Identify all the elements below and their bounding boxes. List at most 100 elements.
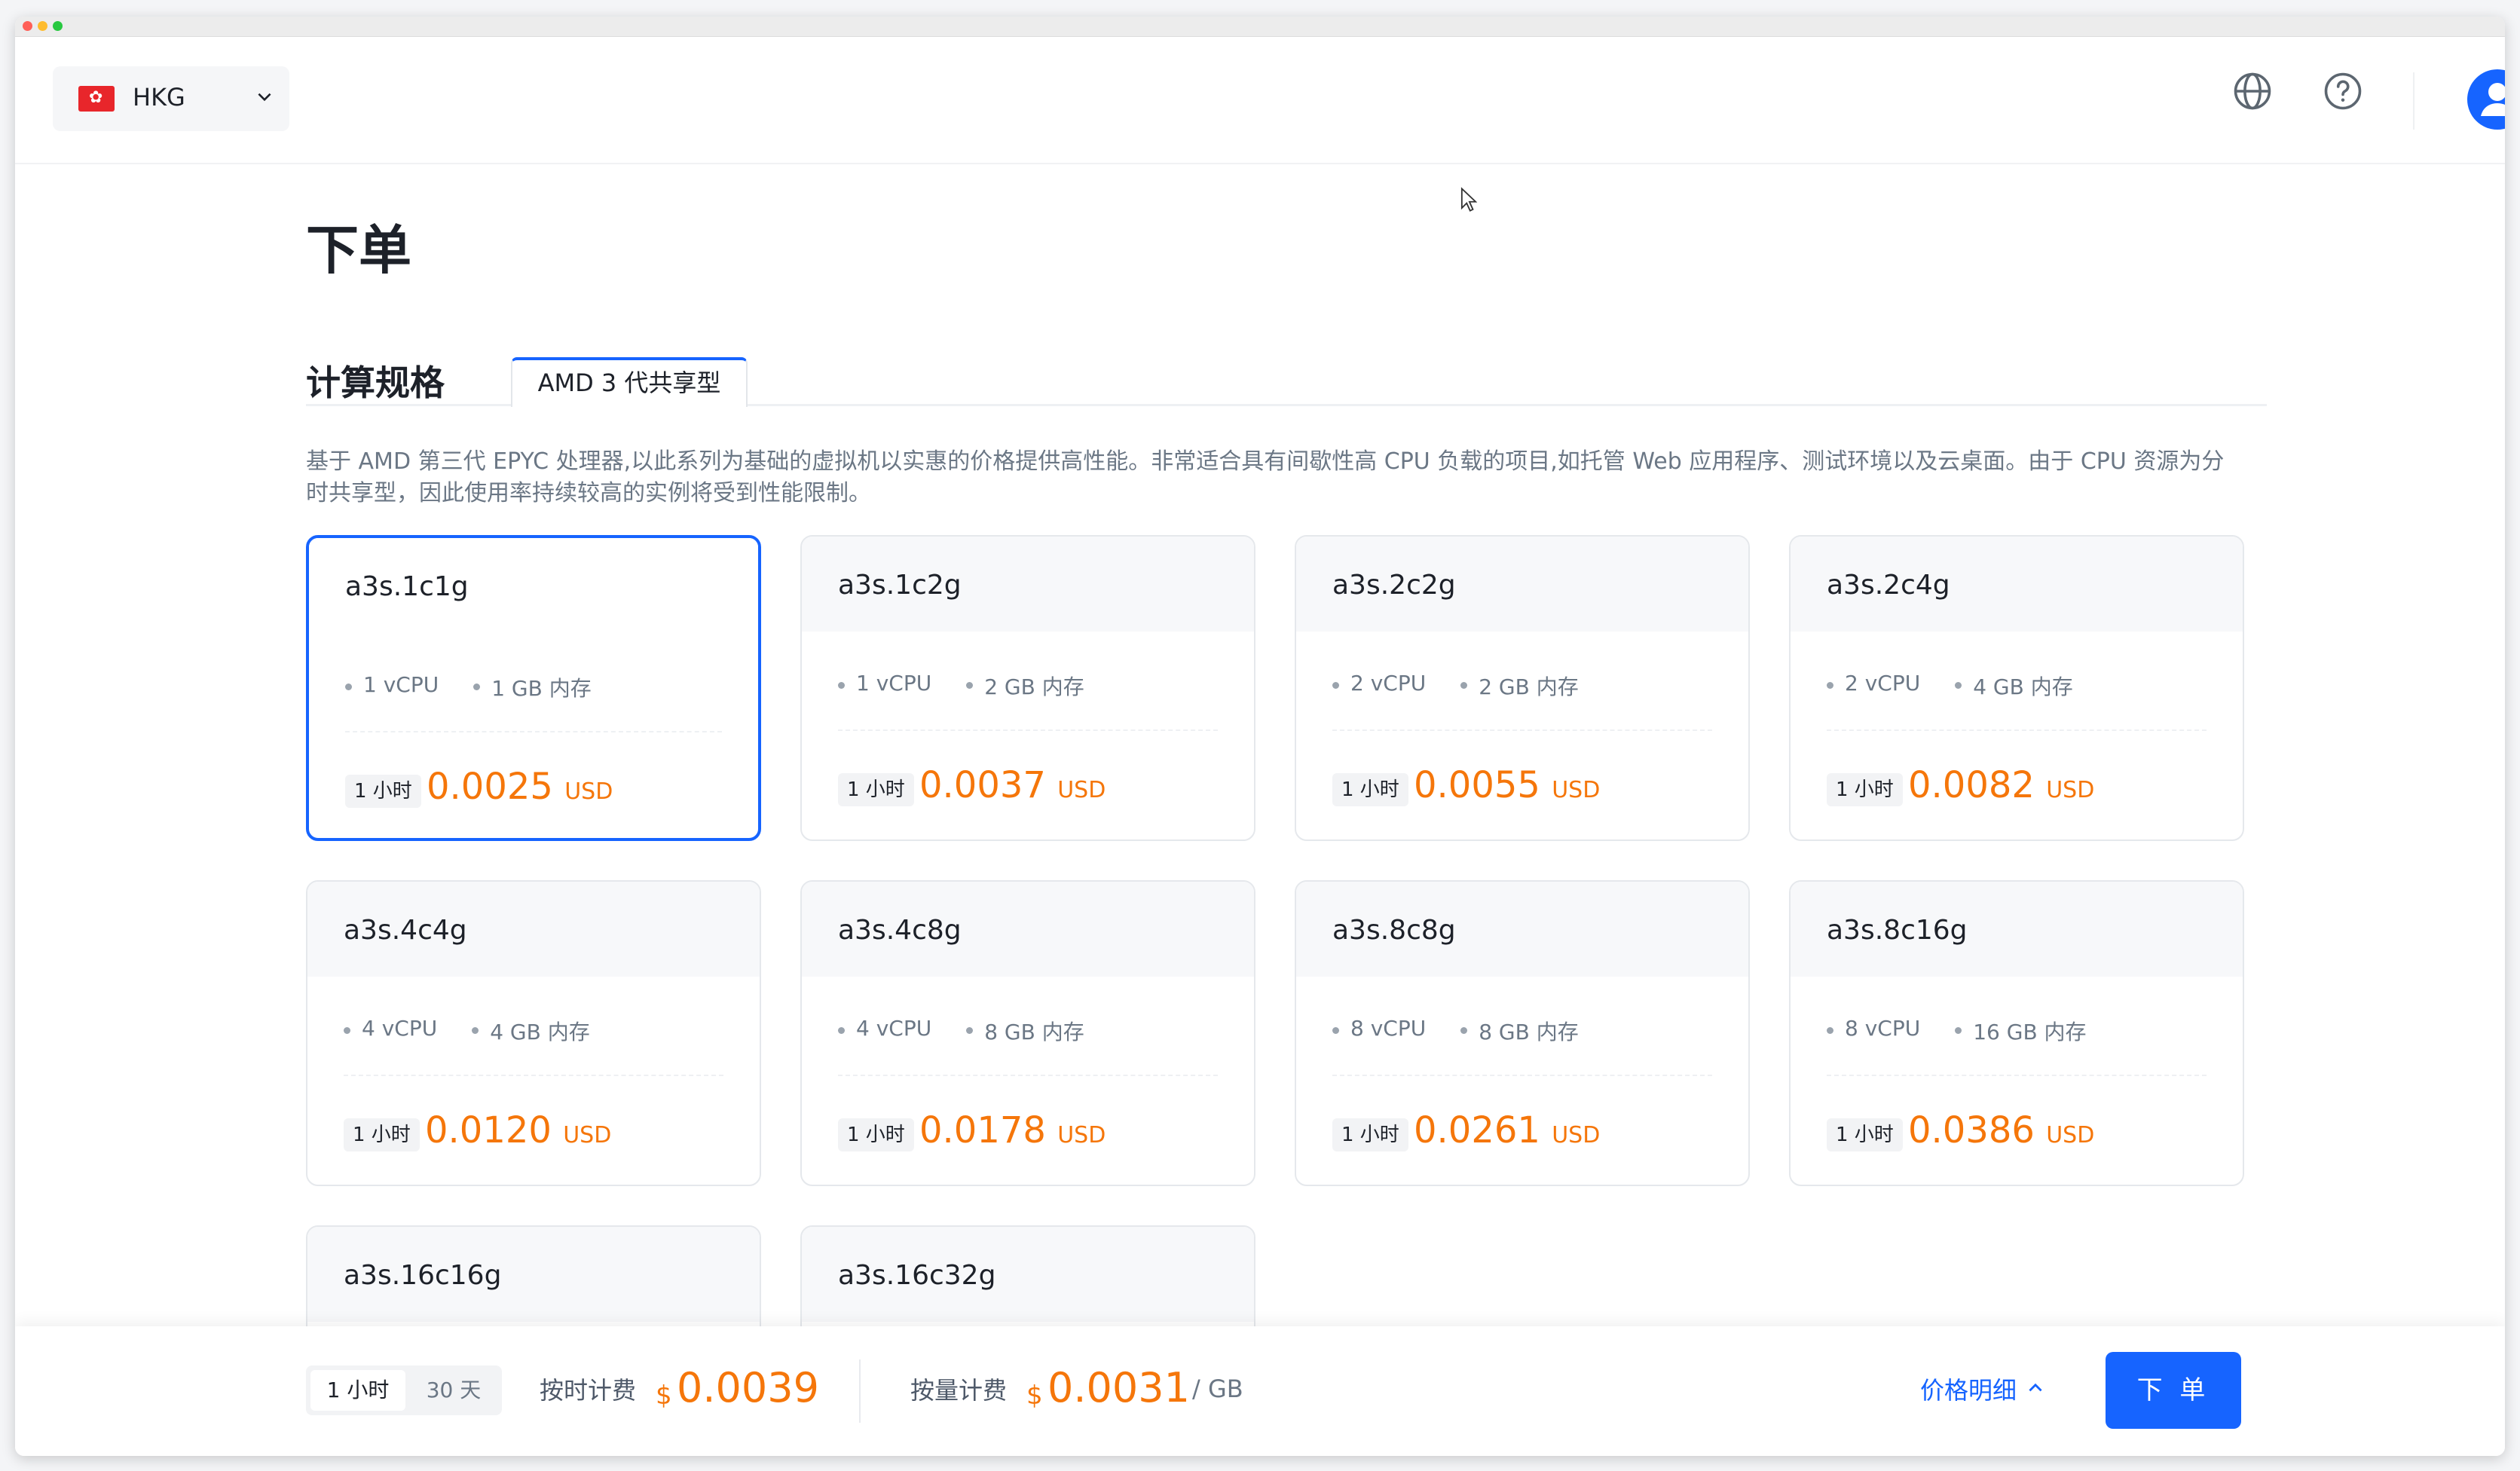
card-divider: [1827, 729, 2207, 731]
instance-name: a3s.8c16g: [1827, 915, 1968, 946]
instance-specs: 1 vCPU 1 GB 内存: [345, 672, 592, 702]
globe-icon[interactable]: [2232, 71, 2273, 112]
minimize-window-button[interactable]: [38, 21, 47, 31]
hourly-price: 0.0178 USD: [919, 1109, 1106, 1151]
vcpu-spec: 1 vCPU: [838, 671, 931, 701]
hourly-price: 0.0037 USD: [919, 764, 1106, 806]
card-divider: [1332, 729, 1712, 731]
card-divider: [344, 1075, 723, 1076]
top-navigation: HKG: [15, 36, 2505, 164]
vcpu-spec: 2 vCPU: [1827, 671, 1920, 701]
chevron-up-icon[interactable]: [2026, 1378, 2045, 1397]
price-value: 0.0082: [1908, 764, 2035, 806]
nav-divider: [2413, 72, 2414, 130]
instance-card[interactable]: a3s.1c2g 1 vCPU 2 GB 内存 1 小时 0.0037 USD: [800, 535, 1255, 841]
period-badge: 1 小时: [344, 1118, 420, 1151]
instance-name: a3s.4c4g: [344, 915, 467, 946]
period-option-month[interactable]: 30 天: [410, 1370, 497, 1411]
instance-specs: 8 vCPU 16 GB 内存: [1827, 1016, 2087, 1046]
region-label: HKG: [133, 83, 185, 112]
order-bottom-bar: 1 小时 30 天 按时计费 $ 0.0039 按量计费 $ 0.0031 / …: [15, 1326, 2505, 1456]
card-divider: [838, 729, 1218, 731]
period-badge: 1 小时: [345, 775, 421, 808]
price-value: 0.0055: [1414, 764, 1540, 806]
memory-spec: 4 GB 内存: [472, 1016, 590, 1046]
price-value: 0.0261: [1414, 1109, 1540, 1151]
card-divider: [838, 1075, 1218, 1076]
hourly-price: 0.0386 USD: [1908, 1109, 2094, 1151]
instance-specs: 2 vCPU 4 GB 内存: [1827, 671, 2073, 701]
traffic-unit: / GB: [1192, 1375, 1243, 1403]
hourly-price: 0.0039: [677, 1364, 819, 1411]
vcpu-spec: 4 vCPU: [344, 1016, 437, 1046]
period-badge: 1 小时: [1827, 1118, 1903, 1151]
app-window: HKG 下单 计算规格 AMD 3 代共享型 基于 AMD 第三代 EPYC 处…: [15, 17, 2505, 1456]
close-window-button[interactable]: [23, 21, 32, 31]
price-details-link[interactable]: 价格明细: [1920, 1372, 2017, 1406]
hourly-fee-label: 按时计费: [540, 1376, 637, 1405]
tab-amd-shared[interactable]: AMD 3 代共享型: [511, 357, 748, 407]
user-avatar[interactable]: [2467, 69, 2505, 130]
instance-specs: 4 vCPU 4 GB 内存: [344, 1016, 590, 1046]
price-currency: USD: [564, 778, 613, 805]
price-value: 0.0120: [425, 1109, 552, 1151]
maximize-window-button[interactable]: [53, 21, 63, 31]
card-divider: [1332, 1075, 1712, 1076]
memory-spec: 2 GB 内存: [966, 671, 1084, 701]
price-currency: USD: [1552, 1122, 1601, 1148]
instance-card[interactable]: a3s.8c16g 8 vCPU 16 GB 内存 1 小时 0.0386 USD: [1789, 880, 2244, 1186]
instance-card[interactable]: a3s.4c8g 4 vCPU 8 GB 内存 1 小时 0.0178 USD: [800, 880, 1255, 1186]
memory-spec: 1 GB 内存: [473, 672, 592, 702]
hourly-price: 0.0261 USD: [1414, 1109, 1600, 1151]
hong-kong-flag-icon: [78, 86, 115, 112]
price-currency: USD: [2046, 777, 2095, 803]
vcpu-spec: 8 vCPU: [1332, 1016, 1426, 1046]
memory-spec: 8 GB 内存: [966, 1016, 1084, 1046]
series-description: 基于 AMD 第三代 EPYC 处理器,以此系列为基础的虚拟机以实惠的价格提供高…: [306, 448, 2225, 506]
instance-name: a3s.2c2g: [1332, 570, 1456, 601]
vcpu-spec: 1 vCPU: [345, 672, 439, 702]
price-currency: USD: [2046, 1122, 2095, 1148]
traffic-price: 0.0031: [1047, 1364, 1190, 1411]
memory-spec: 16 GB 内存: [1955, 1016, 2087, 1046]
price-value: 0.0178: [919, 1109, 1046, 1151]
instance-card[interactable]: a3s.2c2g 2 vCPU 2 GB 内存 1 小时 0.0055 USD: [1295, 535, 1750, 841]
mouse-cursor-icon: [1460, 187, 1477, 212]
price-value: 0.0037: [919, 764, 1046, 806]
instance-card[interactable]: a3s.4c4g 4 vCPU 4 GB 内存 1 小时 0.0120 USD: [306, 880, 761, 1186]
traffic-currency: $: [1026, 1381, 1043, 1411]
vcpu-spec: 8 vCPU: [1827, 1016, 1920, 1046]
instance-name: a3s.1c1g: [345, 571, 469, 602]
instance-specs: 4 vCPU 8 GB 内存: [838, 1016, 1084, 1046]
card-divider: [1827, 1075, 2207, 1076]
memory-spec: 4 GB 内存: [1955, 671, 2073, 701]
instance-specs: 1 vCPU 2 GB 内存: [838, 671, 1084, 701]
order-button[interactable]: 下 单: [2106, 1352, 2241, 1429]
traffic-fee-label: 按量计费: [910, 1376, 1008, 1405]
instance-name: a3s.1c2g: [838, 570, 962, 601]
chevron-down-icon: [258, 93, 271, 102]
period-badge: 1 小时: [838, 773, 914, 806]
page-title: 下单: [306, 219, 411, 281]
user-icon: [2481, 83, 2505, 116]
instance-card[interactable]: a3s.2c4g 2 vCPU 4 GB 内存 1 小时 0.0082 USD: [1789, 535, 2244, 841]
question-circle-icon[interactable]: [2323, 71, 2363, 112]
price-value: 0.0386: [1908, 1109, 2035, 1151]
memory-spec: 2 GB 内存: [1460, 671, 1579, 701]
billing-period-toggle: 1 小时 30 天: [306, 1365, 502, 1415]
hourly-price: 0.0025 USD: [427, 766, 613, 808]
instance-card[interactable]: a3s.1c1g 1 vCPU 1 GB 内存 1 小时 0.0025 USD: [306, 535, 761, 841]
instance-name: a3s.16c16g: [344, 1260, 502, 1291]
price-currency: USD: [1057, 777, 1106, 803]
instance-specs: 2 vCPU 2 GB 内存: [1332, 671, 1579, 701]
price-currency: USD: [563, 1122, 612, 1148]
memory-spec: 8 GB 内存: [1460, 1016, 1579, 1046]
period-badge: 1 小时: [1332, 1118, 1408, 1151]
period-option-hour[interactable]: 1 小时: [310, 1370, 405, 1411]
instance-name: a3s.2c4g: [1827, 570, 1950, 601]
hourly-price: 0.0120 USD: [425, 1109, 611, 1151]
region-selector[interactable]: HKG: [53, 66, 289, 131]
window-titlebar: [15, 17, 2505, 37]
instance-card[interactable]: a3s.8c8g 8 vCPU 8 GB 内存 1 小时 0.0261 USD: [1295, 880, 1750, 1186]
instance-name: a3s.4c8g: [838, 915, 962, 946]
